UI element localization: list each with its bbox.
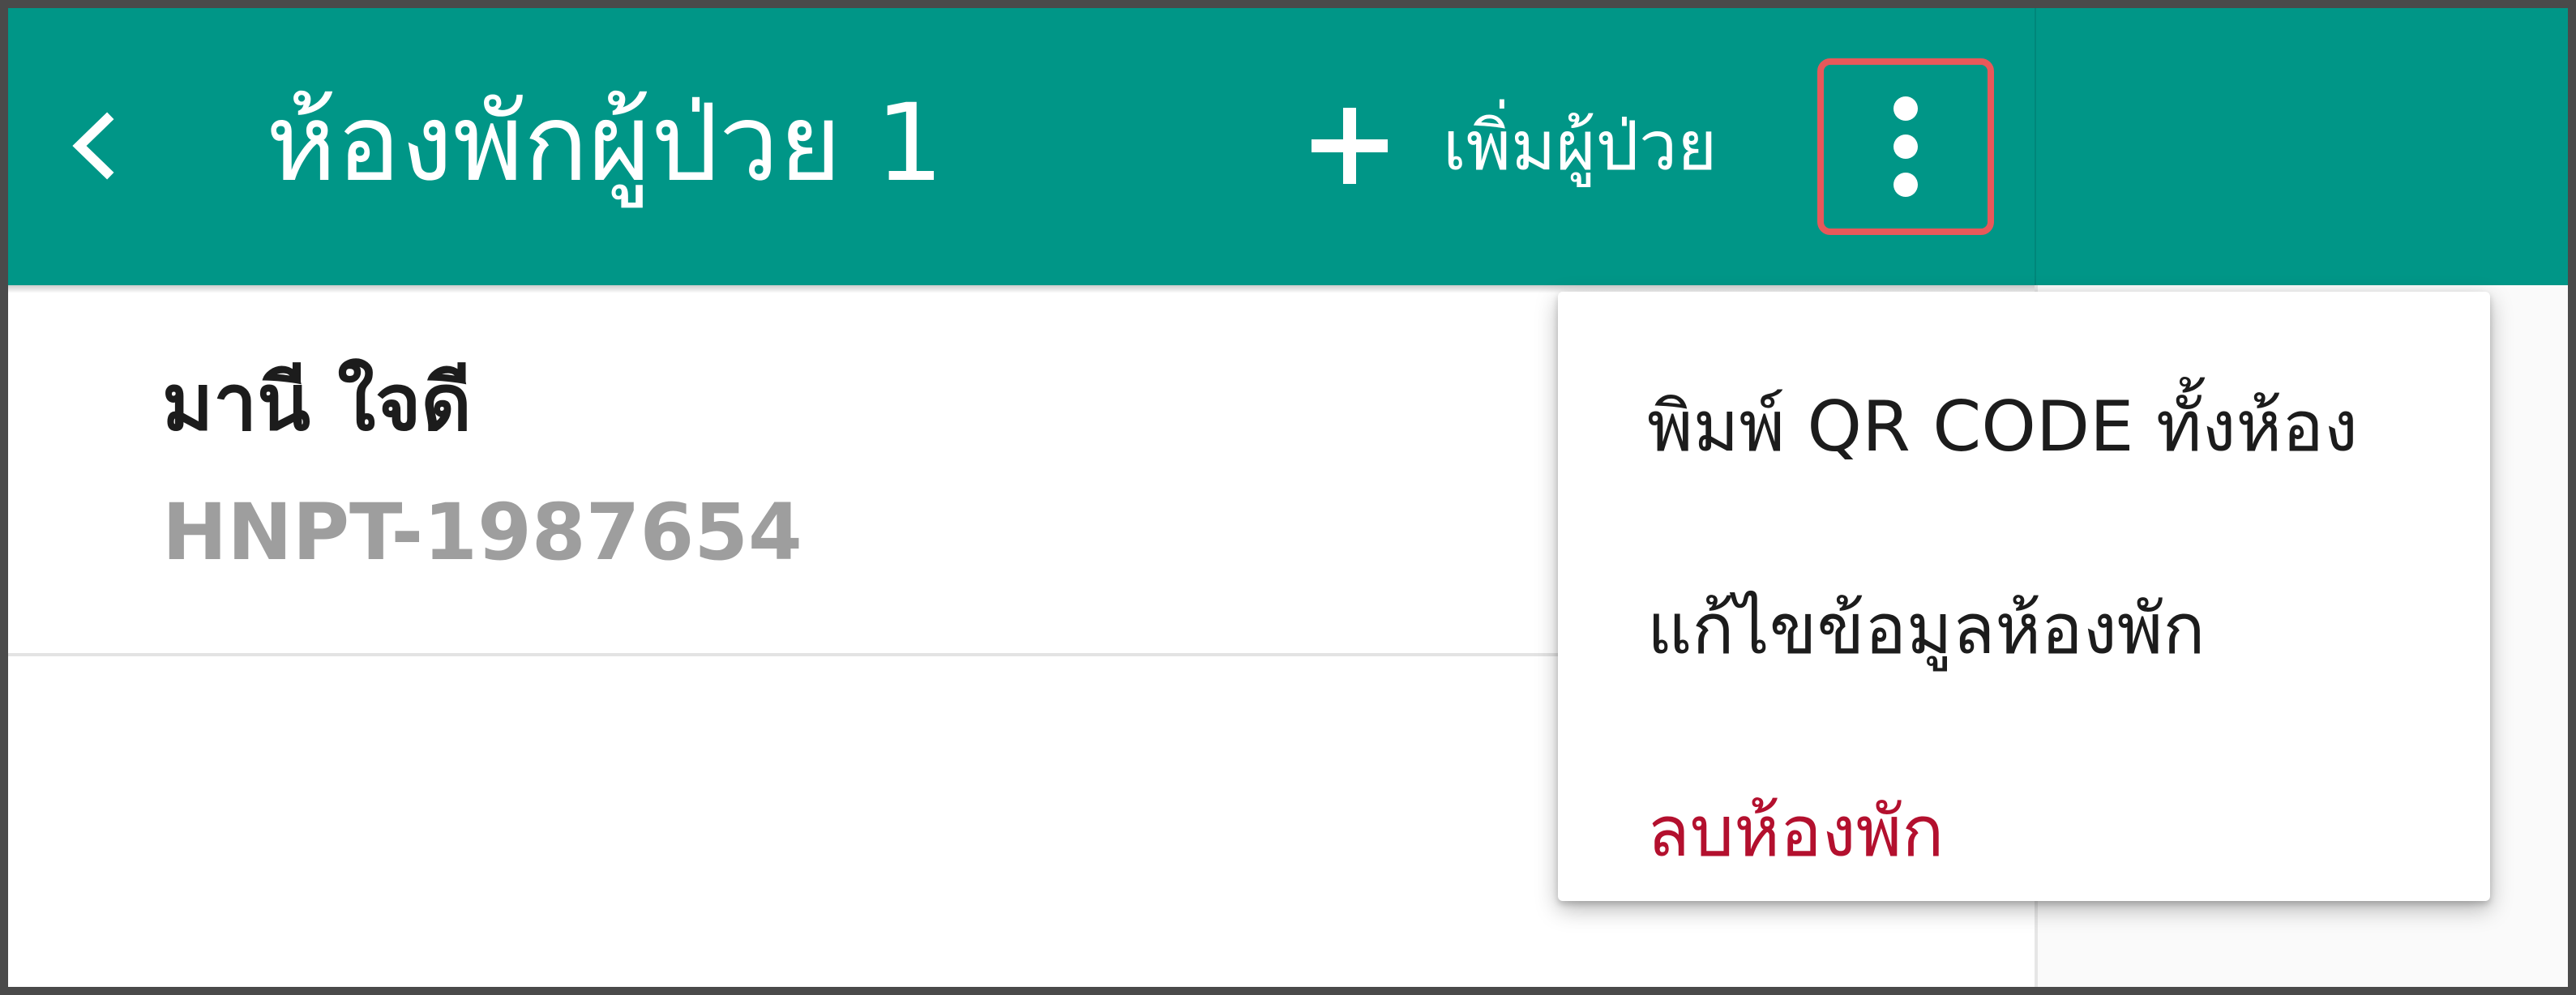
menu-item-edit-room[interactable]: แก้ไขข้อมูลห้องพัก xyxy=(1558,528,2490,731)
menu-item-print-qr[interactable]: พิมพ์ QR CODE ทั้งห้อง xyxy=(1558,326,2490,528)
menu-item-label: พิมพ์ QR CODE ทั้งห้อง xyxy=(1647,386,2358,468)
menu-item-label: แก้ไขข้อมูลห้องพัก xyxy=(1647,589,2206,670)
more-vert-icon xyxy=(1893,96,1918,197)
menu-item-label: ลบห้องพัก xyxy=(1647,792,1945,873)
back-button[interactable] xyxy=(41,85,146,207)
plus-icon xyxy=(1312,108,1388,184)
more-options-button[interactable] xyxy=(1817,58,1994,235)
patient-name: มานี ใจดี xyxy=(162,357,472,448)
app-bar-right-panel xyxy=(2035,8,2568,285)
page-title: ห้องพักผู้ป่วย 1 xyxy=(266,81,944,206)
overflow-menu: พิมพ์ QR CODE ทั้งห้อง แก้ไขข้อมูลห้องพั… xyxy=(1558,292,2490,901)
menu-item-delete-room[interactable]: ลบห้องพัก xyxy=(1558,731,2490,933)
app-window: ห้องพักผู้ป่วย 1 เพิ่มผู้ป่วย มานี ใจดี … xyxy=(8,8,2568,987)
add-patient-button[interactable]: เพิ่มผู้ป่วย xyxy=(1305,81,1717,211)
patient-hn: HNPT-1987654 xyxy=(162,487,802,578)
chevron-left-icon xyxy=(72,112,114,180)
add-patient-label: เพิ่มผู้ป่วย xyxy=(1443,106,1718,186)
